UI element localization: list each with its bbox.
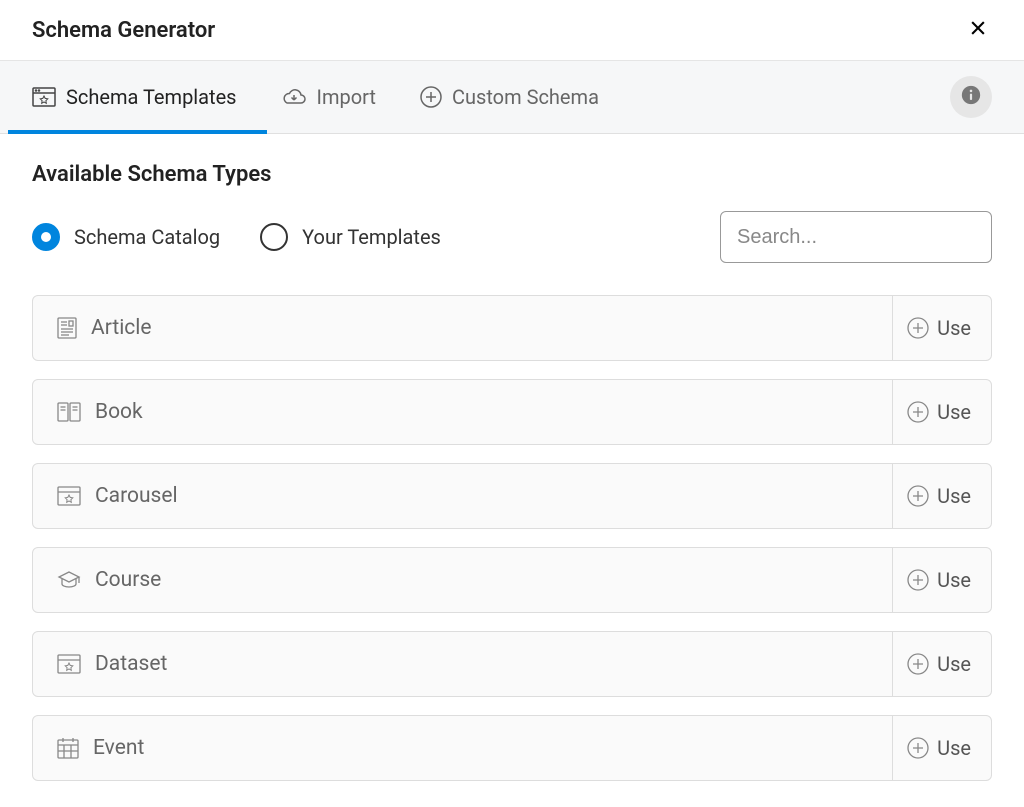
use-label: Use (937, 568, 971, 592)
calendar-icon (57, 737, 79, 759)
page-title: Schema Generator (32, 18, 215, 43)
radio-group: Schema Catalog Your Templates (32, 223, 441, 251)
plus-circle-icon (907, 401, 929, 423)
cloud-download-icon (281, 87, 307, 107)
list-item[interactable]: Event Use (32, 715, 992, 781)
item-name: Article (91, 316, 152, 340)
radio-label: Schema Catalog (74, 225, 220, 249)
use-button[interactable]: Use (892, 632, 991, 696)
item-name: Dataset (95, 652, 167, 676)
item-name: Carousel (95, 484, 178, 508)
tab-label: Import (317, 85, 376, 109)
tab-import[interactable]: Import (281, 61, 384, 133)
plus-circle-icon (907, 317, 929, 339)
use-button[interactable]: Use (892, 548, 991, 612)
plus-circle-icon (907, 569, 929, 591)
book-icon (57, 402, 81, 422)
article-icon (57, 317, 77, 339)
list-item[interactable]: Course Use (32, 547, 992, 613)
schema-list: Article Use (32, 295, 992, 781)
use-button[interactable]: Use (892, 716, 991, 780)
search-input[interactable] (720, 211, 992, 263)
plus-circle-icon (907, 485, 929, 507)
close-button[interactable] (964, 14, 992, 46)
info-icon (960, 84, 982, 110)
item-left: Dataset (33, 652, 167, 676)
browser-star-icon (32, 87, 56, 107)
list-item[interactable]: Carousel Use (32, 463, 992, 529)
tab-bar: Schema Templates Import Custom Schema (0, 61, 1024, 134)
use-label: Use (937, 484, 971, 508)
item-left: Carousel (33, 484, 178, 508)
use-label: Use (937, 400, 971, 424)
tabs: Schema Templates Import Custom Schema (32, 61, 607, 133)
tab-schema-templates[interactable]: Schema Templates (32, 61, 245, 133)
use-label: Use (937, 652, 971, 676)
item-left: Book (33, 400, 143, 424)
use-label: Use (937, 316, 971, 340)
radio-checked-icon (32, 223, 60, 251)
plus-circle-icon (907, 737, 929, 759)
item-name: Course (95, 568, 161, 592)
use-button[interactable]: Use (892, 296, 991, 360)
graduation-cap-icon (57, 570, 81, 590)
tab-label: Schema Templates (66, 85, 237, 109)
tab-label: Custom Schema (452, 85, 599, 109)
section-title: Available Schema Types (32, 162, 992, 187)
tab-custom-schema[interactable]: Custom Schema (420, 61, 607, 133)
list-item[interactable]: Article Use (32, 295, 992, 361)
plus-circle-icon (420, 86, 442, 108)
radio-your-templates[interactable]: Your Templates (260, 223, 441, 251)
carousel-icon (57, 486, 81, 506)
main-content: Available Schema Types Schema Catalog Yo… (0, 134, 1024, 781)
use-button[interactable]: Use (892, 464, 991, 528)
item-left: Course (33, 568, 161, 592)
radio-label: Your Templates (302, 225, 441, 249)
use-button[interactable]: Use (892, 380, 991, 444)
plus-circle-icon (907, 653, 929, 675)
info-button[interactable] (950, 76, 992, 118)
list-item[interactable]: Book Use (32, 379, 992, 445)
controls-row: Schema Catalog Your Templates (32, 211, 992, 263)
item-left: Article (33, 316, 152, 340)
use-label: Use (937, 736, 971, 760)
dataset-icon (57, 654, 81, 674)
item-name: Book (95, 400, 143, 424)
item-name: Event (93, 736, 144, 760)
close-icon (968, 18, 988, 42)
radio-unchecked-icon (260, 223, 288, 251)
modal-header: Schema Generator (0, 0, 1024, 61)
list-item[interactable]: Dataset Use (32, 631, 992, 697)
radio-schema-catalog[interactable]: Schema Catalog (32, 223, 220, 251)
item-left: Event (33, 736, 144, 760)
